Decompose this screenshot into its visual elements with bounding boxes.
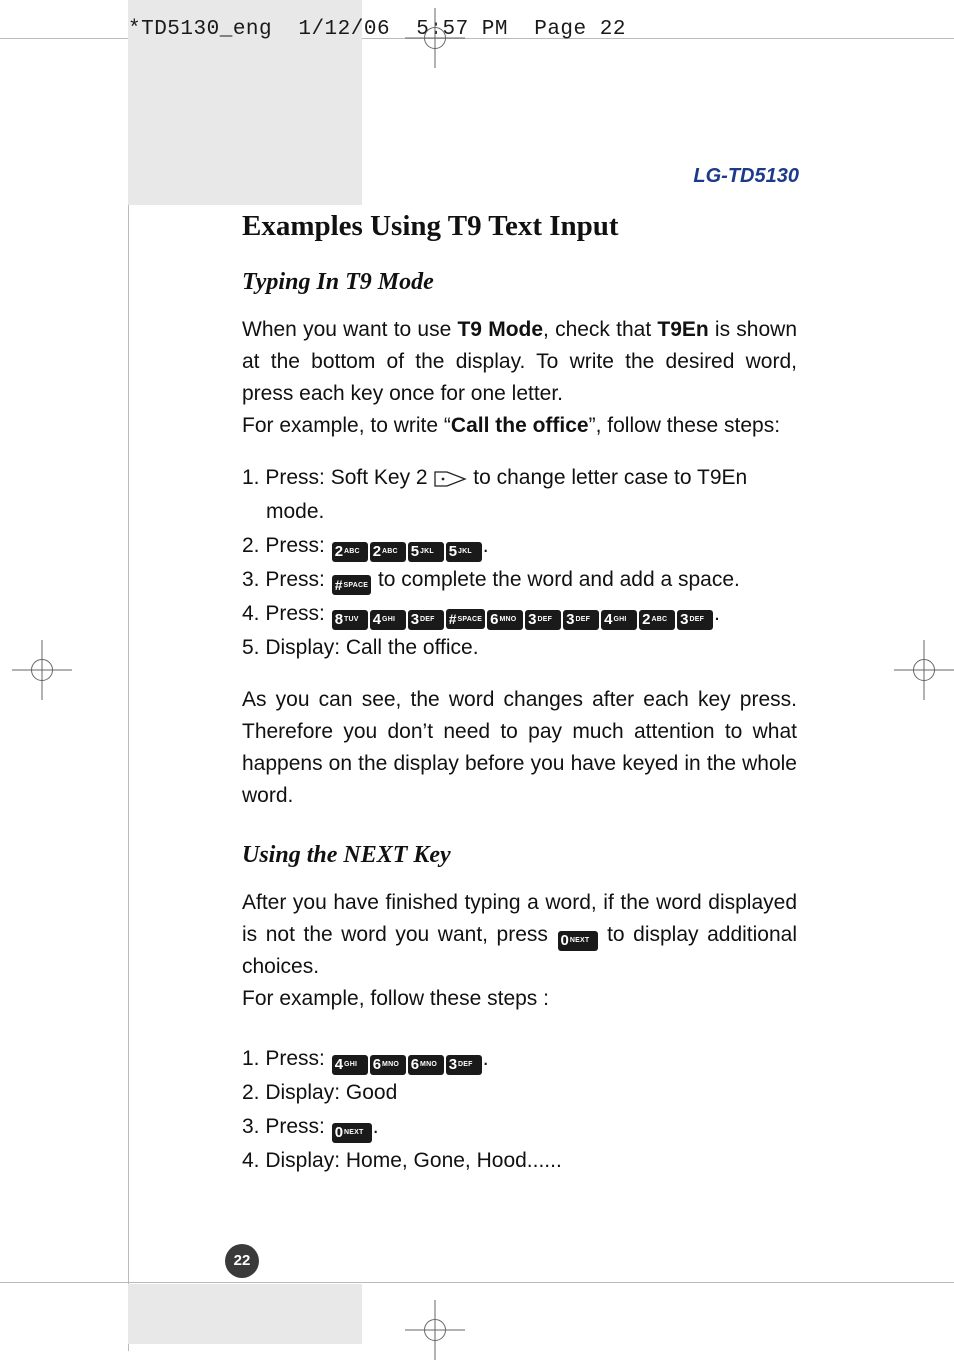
step-4: 4. Press: 8TUV4GHI3DEF#SPACE6MNO3DEF3DEF…: [242, 598, 797, 630]
key-2abc: 2ABC: [370, 542, 406, 562]
text: For example, to write “: [242, 414, 451, 437]
text: to change letter case to T9En: [467, 466, 747, 489]
slug-file: *TD5130_eng: [128, 18, 272, 41]
para-t9mode-intro: When you want to use T9 Mode, check that…: [242, 314, 797, 410]
page-number-badge: 22: [225, 1244, 259, 1278]
text: 2. Press:: [242, 534, 331, 557]
subheading-typing-t9: Typing In T9 Mode: [242, 269, 797, 296]
grey-tab-bottom: [128, 1284, 362, 1344]
page: *TD5130_eng 1/12/06 5:57 PM Page 22 LG-T…: [0, 0, 954, 1351]
key-0next: 0NEXT: [558, 931, 598, 951]
print-slug: *TD5130_eng 1/12/06 5:57 PM Page 22: [128, 18, 626, 41]
text: 4. Press:: [242, 602, 331, 625]
text: .: [483, 1047, 489, 1070]
next-step-3: 3. Press: 0NEXT.: [242, 1111, 797, 1143]
body-content: Examples Using T9 Text Input Typing In T…: [242, 210, 797, 1197]
key-4ghi: 4GHI: [332, 1055, 368, 1075]
key-6mno: 6MNO: [408, 1055, 444, 1075]
para-next-example: For example, follow these steps :: [242, 983, 797, 1015]
text: When you want to use: [242, 318, 457, 341]
slug-page: Page 22: [534, 18, 626, 41]
key-2abc: 2ABC: [332, 542, 368, 562]
para-example-intro: For example, to write “Call the office”,…: [242, 410, 797, 442]
text: .: [714, 602, 720, 625]
softkey-2-icon: [433, 466, 467, 484]
key-5jkl: 5JKL: [408, 542, 444, 562]
registration-mark-bottom: [405, 1300, 465, 1360]
para-word-changes: As you can see, the word changes after e…: [242, 684, 797, 812]
heading-examples: Examples Using T9 Text Input: [242, 210, 797, 243]
text: 1. Press:: [242, 1047, 331, 1070]
step-3: 3. Press: #SPACE to complete the word an…: [242, 564, 797, 596]
slug-date: 1/12/06: [298, 18, 390, 41]
text: 3. Press:: [242, 568, 331, 591]
key-hash-space: #SPACE: [332, 575, 371, 595]
step-2: 2. Press: 2ABC2ABC5JKL5JKL.: [242, 530, 797, 562]
next-step-2: 2. Display: Good: [242, 1077, 797, 1109]
key-6mno: 6MNO: [487, 610, 523, 630]
step-5: 5. Display: Call the office.: [242, 632, 797, 664]
model-number: LG-TD5130: [693, 165, 799, 188]
next-step-4: 4. Display: Home, Gone, Hood......: [242, 1145, 797, 1177]
hairline-bottom: [0, 1282, 954, 1283]
text-bold: Call the office: [451, 414, 589, 437]
text-bold: T9 Mode: [457, 318, 543, 341]
key-4ghi: 4GHI: [601, 610, 637, 630]
key-0next: 0NEXT: [332, 1123, 372, 1143]
key-5jkl: 5JKL: [446, 542, 482, 562]
step-1: 1. Press: Soft Key 2 to change letter ca…: [242, 462, 797, 494]
text-bold: T9En: [657, 318, 708, 341]
key-3def: 3DEF: [563, 610, 599, 630]
key-4ghi: 4GHI: [370, 610, 406, 630]
key-3def: 3DEF: [677, 610, 713, 630]
key-3def: 3DEF: [408, 610, 444, 630]
text: 3. Press:: [242, 1115, 331, 1138]
registration-mark-right: [894, 640, 954, 700]
key-8tuv: 8TUV: [332, 610, 368, 630]
key-6mno: 6MNO: [370, 1055, 406, 1075]
key-3def: 3DEF: [446, 1055, 482, 1075]
text: ”, follow these steps:: [589, 414, 780, 437]
subheading-next-key: Using the NEXT Key: [242, 842, 797, 869]
key-3def: 3DEF: [525, 610, 561, 630]
registration-mark-left: [12, 640, 72, 700]
text: .: [373, 1115, 379, 1138]
text: to complete the word and add a space.: [372, 568, 740, 591]
text: .: [483, 534, 489, 557]
text: , check that: [543, 318, 657, 341]
registration-mark-top: [405, 8, 465, 68]
next-step-1: 1. Press: 4GHI6MNO6MNO3DEF.: [242, 1043, 797, 1075]
step-1-cont: mode.: [242, 496, 797, 528]
key-hash-space: #SPACE: [446, 609, 485, 629]
para-next-intro: After you have finished typing a word, i…: [242, 887, 797, 983]
key-2abc: 2ABC: [639, 610, 675, 630]
text: 1. Press: Soft Key 2: [242, 466, 433, 489]
